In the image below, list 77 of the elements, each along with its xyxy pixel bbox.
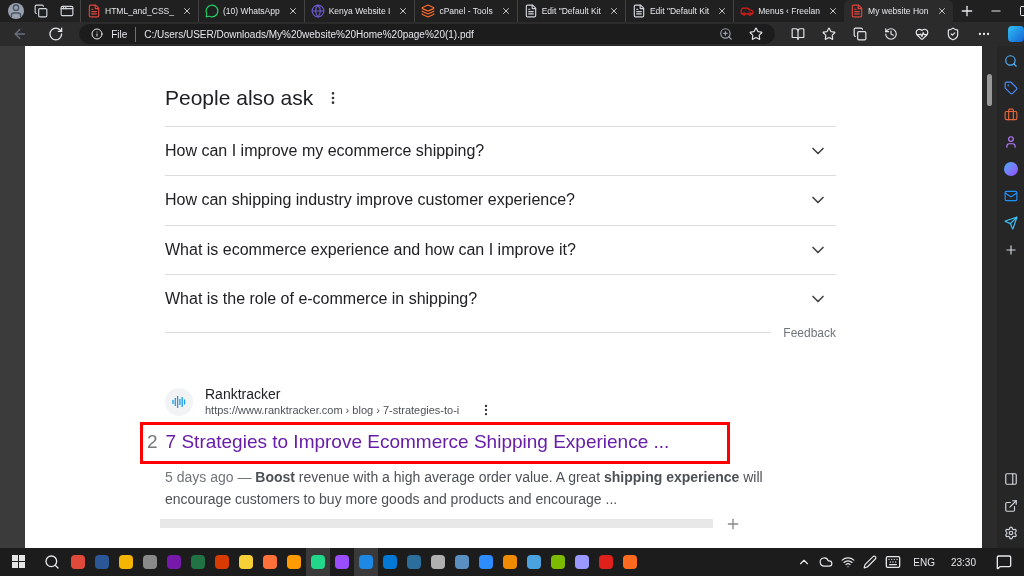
briefcase-icon[interactable] — [1003, 108, 1018, 122]
sidebar-icon[interactable] — [1003, 472, 1018, 486]
clock[interactable]: 23:30 — [950, 554, 976, 570]
logo-icon — [421, 4, 436, 18]
taskbar-app[interactable] — [306, 548, 330, 576]
collections-icon[interactable] — [853, 27, 867, 41]
browser-tab[interactable]: My website Hon — [844, 0, 953, 22]
search-icon[interactable] — [1003, 54, 1018, 68]
mail-icon[interactable] — [1003, 189, 1018, 203]
wifi-icon[interactable] — [841, 555, 856, 569]
section-heading: People also ask — [165, 85, 314, 111]
site-name: Ranktracker — [205, 385, 282, 402]
address-bar[interactable]: File C:/Users/USER/Downloads/My%20website%20Home%20page%20(1).pdf — [79, 24, 775, 44]
close-icon[interactable] — [936, 6, 947, 16]
question-row[interactable]: How can shipping industry improve customer experience? — [165, 175, 836, 225]
page-number: 2 — [147, 430, 158, 455]
zoom-icon[interactable] — [719, 27, 733, 41]
car-icon — [740, 4, 755, 18]
tab-title: (10) WhatsApp — [223, 4, 280, 18]
scrollbar[interactable] — [982, 46, 997, 548]
tab-title: cPanel - Tools — [439, 4, 493, 18]
address-url: C:/Users/USER/Downloads/My%20website%20Home%20page%20(1).pdf — [135, 26, 474, 42]
address-scheme: File — [111, 27, 128, 42]
close-icon[interactable] — [182, 6, 192, 16]
tab-actions-icon[interactable] — [60, 4, 74, 18]
add-icon[interactable] — [1003, 243, 1018, 257]
settings-icon[interactable] — [1003, 526, 1018, 540]
copilot-icon[interactable] — [1008, 26, 1024, 42]
pen-icon[interactable] — [863, 555, 878, 569]
tab-title: Kenya Website I — [328, 4, 391, 18]
tab-title: My website Hon — [868, 4, 929, 18]
site-url: https://www.ranktracker.com › blog › 7-strategies-to-i — [205, 402, 460, 418]
tab-title: HTML_and_CSS_ — [105, 4, 174, 18]
scroll-thumb[interactable] — [987, 74, 992, 106]
question-row[interactable]: How can I improve my ecommerce shipping? — [165, 125, 836, 175]
question-row[interactable]: What is the role of e-commerce in shipping? — [165, 274, 836, 324]
heart-pulse-icon[interactable] — [915, 27, 929, 41]
close-icon[interactable] — [287, 6, 298, 16]
back-icon[interactable] — [12, 26, 28, 42]
favorites-icon[interactable] — [822, 27, 836, 41]
windows-logo-icon[interactable] — [12, 555, 26, 569]
close-icon[interactable] — [608, 6, 619, 16]
cloud-icon[interactable] — [819, 555, 834, 569]
shield-icon[interactable] — [946, 27, 960, 41]
external-link-icon[interactable] — [1003, 499, 1018, 513]
document-icon — [850, 4, 865, 18]
info-icon[interactable] — [91, 28, 104, 40]
tab-title: Menus ‹ Freelan — [758, 4, 821, 18]
document-icon — [87, 4, 101, 18]
app-icon[interactable] — [1003, 162, 1018, 176]
reload-icon[interactable] — [47, 26, 64, 42]
sound-wave-icon — [172, 395, 186, 408]
workspaces-icon[interactable] — [34, 4, 48, 18]
send-icon[interactable] — [1003, 216, 1018, 230]
split-view-icon[interactable] — [791, 27, 805, 41]
page-icon — [631, 4, 646, 18]
result-snippet: 5 days ago — Boost revenue with a high average order value. A great shipping experience will encourage customers to buy more goods and products and encourage ... — [165, 467, 764, 509]
history-icon[interactable] — [884, 27, 898, 41]
chat-icon — [205, 4, 219, 18]
tab-title: Edit "Default Kit — [649, 4, 710, 18]
close-icon[interactable] — [717, 6, 728, 16]
tag-icon[interactable] — [1003, 81, 1018, 95]
question-row[interactable]: What is ecommerce experience and how can I improve it? — [165, 224, 836, 274]
page-icon — [523, 4, 538, 18]
globe-icon — [310, 4, 325, 18]
result-title-link[interactable]: 7 Strategies to Improve Ecommerce Shipping Experience ... — [165, 428, 670, 457]
close-icon[interactable] — [500, 6, 511, 16]
close-icon[interactable] — [828, 6, 839, 16]
tab-title: Edit "Default Kit — [541, 4, 601, 18]
keyboard-icon[interactable] — [885, 554, 902, 570]
search-icon[interactable] — [44, 554, 60, 570]
notifications-icon[interactable] — [996, 554, 1012, 570]
favorite-star-icon[interactable] — [749, 27, 763, 41]
close-icon[interactable] — [398, 6, 409, 16]
language-indicator[interactable]: ENG — [913, 554, 935, 570]
profile-avatar[interactable] — [8, 3, 24, 19]
feedback-link[interactable]: Feedback — [783, 323, 836, 342]
